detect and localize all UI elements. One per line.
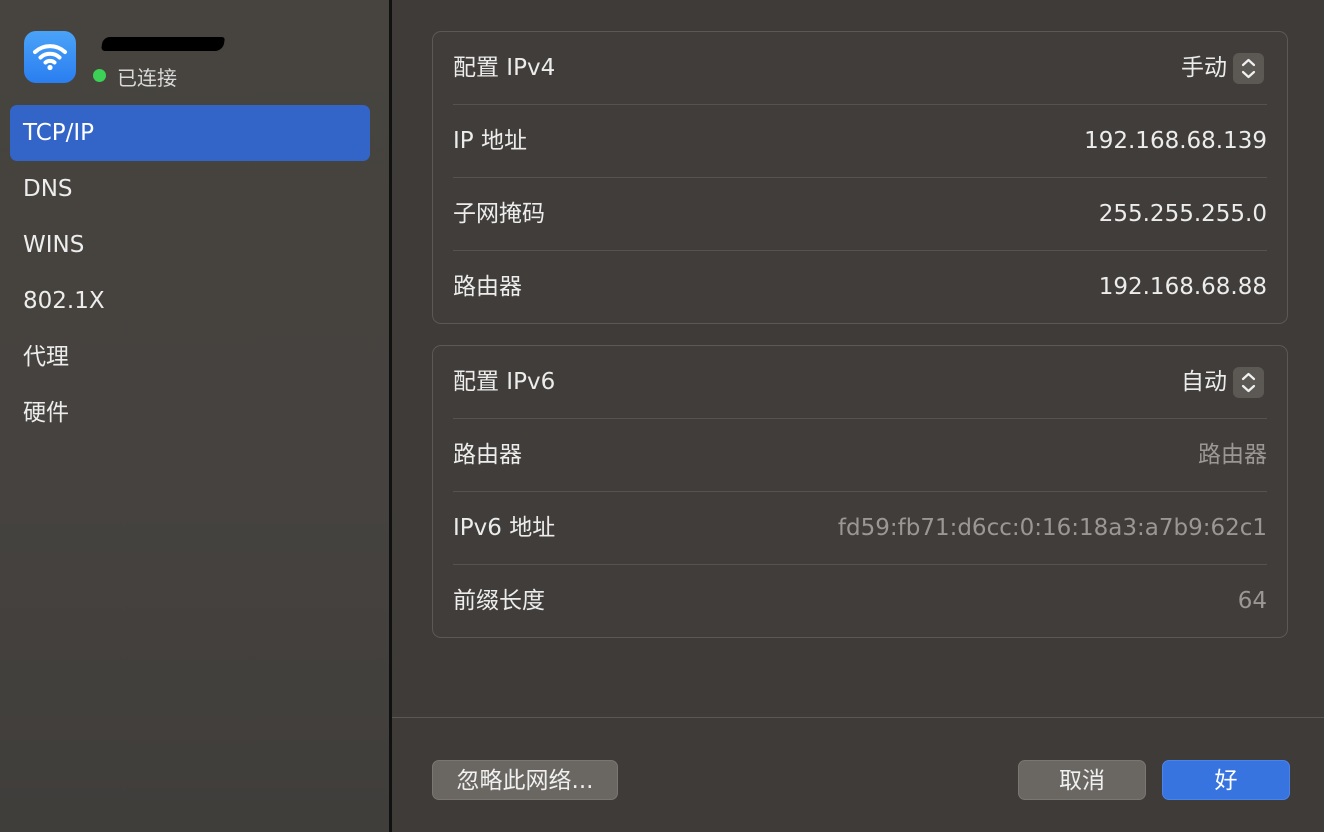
subnet-mask-field[interactable]: 255.255.255.0 [1099,178,1267,251]
ipv6-address-row: IPv6 地址 fd59:fb71:d6cc:0:16:18a3:a7b9:62… [453,492,1267,565]
sidebar-nav: TCP/IP DNS WINS 802.1X 代理 硬件 [10,105,370,441]
connected-status-dot [93,69,106,82]
network-name-redacted [101,37,225,51]
network-header: 已连接 [24,31,364,91]
wifi-icon [24,31,76,83]
footer-divider [392,717,1324,718]
configure-ipv6-row: 配置 IPv6 自动 [453,346,1267,419]
sidebar: 已连接 TCP/IP DNS WINS 802.1X 代理 硬件 [0,0,389,832]
chevron-up-down-icon [1241,372,1256,393]
ok-button[interactable]: 好 [1162,760,1290,800]
prefix-length-row: 前缀长度 64 [453,565,1267,638]
cancel-button[interactable]: 取消 [1018,760,1146,800]
configure-ipv4-stepper[interactable] [1233,53,1264,84]
ipv4-group: 配置 IPv4 手动 IP 地址 192.168.68.139 子网掩码 255… [432,31,1288,324]
ip-address-row: IP 地址 192.168.68.139 [453,105,1267,178]
forget-network-button[interactable]: 忽略此网络... [432,760,618,800]
ipv6-router-row: 路由器 路由器 [453,419,1267,492]
ipv6-address-value: fd59:fb71:d6cc:0:16:18a3:a7b9:62c1 [837,515,1267,541]
configure-ipv6-label: 配置 IPv6 [453,369,556,395]
ipv6-group: 配置 IPv6 自动 路由器 路由器 IPv6 地址 fd59:fb71:d6c… [432,345,1288,638]
sidebar-item-tcpip[interactable]: TCP/IP [10,105,370,161]
subnet-mask-row: 子网掩码 255.255.255.0 [453,178,1267,251]
configure-ipv6-stepper[interactable] [1233,367,1264,398]
ipv4-router-field[interactable]: 192.168.68.88 [1099,251,1267,324]
ipv4-router-label: 路由器 [453,274,522,300]
configure-ipv6-select[interactable]: 自动 [1181,346,1227,419]
configure-ipv4-select[interactable]: 手动 [1181,32,1227,105]
prefix-length-label: 前缀长度 [453,588,545,614]
connection-status: 已连接 [117,66,177,90]
ipv6-address-label: IPv6 地址 [453,515,556,541]
sidebar-item-proxy[interactable]: 代理 [10,329,370,385]
ipv6-router-label: 路由器 [453,442,522,468]
ip-address-label: IP 地址 [453,128,527,154]
chevron-up-down-icon [1241,58,1256,79]
ipv6-router-value: 路由器 [1198,442,1267,468]
sidebar-item-hardware[interactable]: 硬件 [10,385,370,441]
main-content: 配置 IPv4 手动 IP 地址 192.168.68.139 子网掩码 255… [392,0,1324,832]
subnet-mask-label: 子网掩码 [453,201,545,227]
prefix-length-value: 64 [1237,588,1267,614]
configure-ipv4-label: 配置 IPv4 [453,55,556,81]
ipv4-router-row: 路由器 192.168.68.88 [453,251,1267,324]
network-settings-window: 已连接 TCP/IP DNS WINS 802.1X 代理 硬件 配置 IPv4… [0,0,1324,832]
configure-ipv4-row: 配置 IPv4 手动 [453,32,1267,105]
ip-address-field[interactable]: 192.168.68.139 [1084,105,1267,178]
sidebar-item-8021x[interactable]: 802.1X [10,273,370,329]
sidebar-item-dns[interactable]: DNS [10,161,370,217]
sidebar-item-wins[interactable]: WINS [10,217,370,273]
